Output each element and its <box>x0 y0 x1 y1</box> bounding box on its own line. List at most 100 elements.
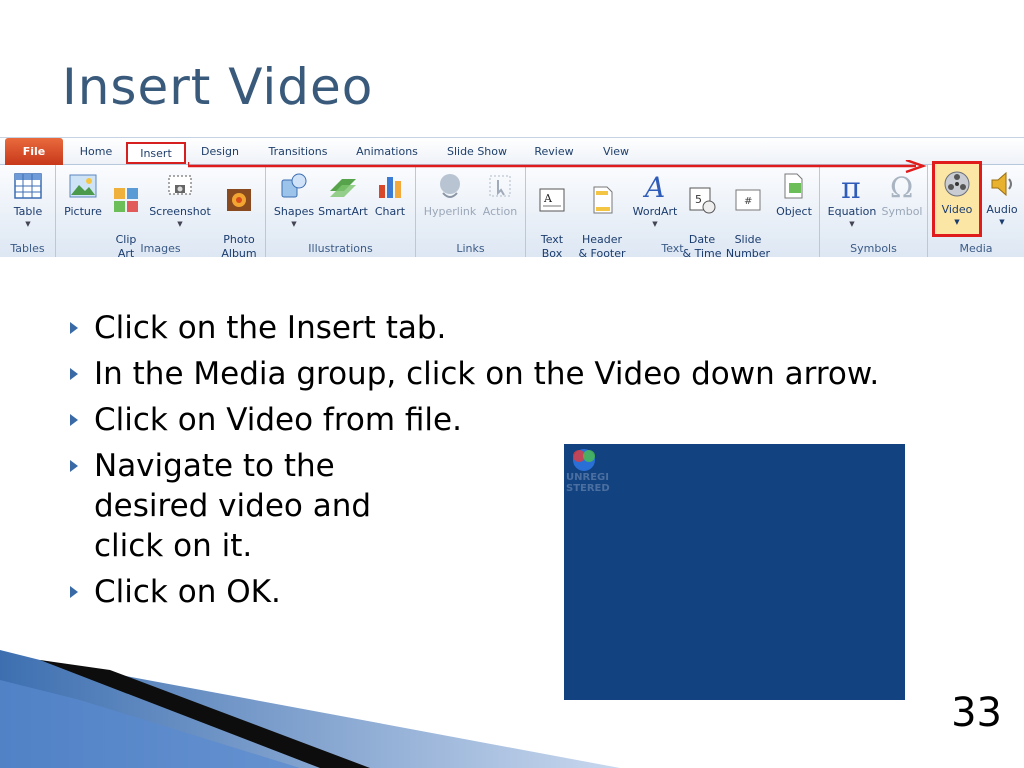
tab-home[interactable]: Home <box>72 138 120 165</box>
wordart-label: WordArt <box>632 205 678 218</box>
svg-text:A: A <box>642 171 665 201</box>
chart-label: Chart <box>374 205 406 218</box>
smartart-icon <box>330 179 356 197</box>
svg-text:5: 5 <box>695 193 702 206</box>
slide-number: 33 <box>951 690 1002 736</box>
shapes-icon <box>281 173 307 198</box>
equation-button[interactable]: π Equation ▼ <box>824 171 880 229</box>
svg-text:π: π <box>841 171 861 201</box>
group-text: A Text Box Header & Footer A WordArt ▼ 5… <box>526 165 820 260</box>
bullet-text: group, click on the <box>286 356 595 392</box>
bullet-bold-text: OK <box>226 574 271 610</box>
pi-icon: π <box>841 171 861 201</box>
slide-number-icon: # <box>735 189 761 211</box>
smartart-button[interactable]: SmartArt <box>318 171 368 219</box>
table-button[interactable]: Table ▼ <box>6 171 50 229</box>
bullet-bold-text: Video <box>594 356 682 392</box>
wordart-button[interactable]: A WordArt ▼ <box>630 171 680 229</box>
picture-icon <box>69 174 97 198</box>
symbol-label: Symbol <box>881 205 923 218</box>
screenshot-label: Screenshot <box>149 205 211 218</box>
bullet-text: . <box>270 574 281 610</box>
dropdown-arrow-icon: ▼ <box>652 220 658 228</box>
date-time-icon: 5 <box>689 187 716 214</box>
group-label-links: Links <box>456 242 485 255</box>
clip-art-icon <box>114 188 138 212</box>
equation-label: Equation <box>827 205 877 218</box>
dropdown-arrow-icon: ▼ <box>25 220 31 228</box>
group-images: Picture Clip Art Screenshot ▼ Photo Albu… <box>56 165 266 260</box>
svg-text:Ω: Ω <box>890 171 913 201</box>
slide-title: Insert Video <box>62 58 374 116</box>
shapes-button[interactable]: Shapes ▼ <box>272 171 316 229</box>
bullet-item: Click on Video from file. <box>66 400 566 440</box>
audio-button[interactable]: Audio ▼ <box>982 169 1022 227</box>
group-label-symbols: Symbols <box>850 242 897 255</box>
table-label: Table <box>13 205 43 218</box>
header-footer-icon <box>593 186 613 214</box>
group-label-illustrations: Illustrations <box>308 242 373 255</box>
action-button[interactable]: Action <box>480 171 520 219</box>
bullet-item: Click on OK. <box>66 572 486 612</box>
object-icon <box>784 173 803 199</box>
bullet-item: Navigate to the desired video and click … <box>66 446 426 566</box>
svg-text:#: # <box>744 196 752 207</box>
action-icon <box>489 175 511 197</box>
wordart-icon: A <box>642 171 665 201</box>
bullet-text: down arrow. <box>681 356 880 392</box>
table-icon <box>14 173 42 199</box>
bullet-text: . <box>452 402 462 438</box>
screenshot-button[interactable]: Screenshot ▼ <box>148 171 212 229</box>
smartart-label: SmartArt <box>318 205 368 218</box>
tab-file[interactable]: File <box>5 138 63 165</box>
bullet-text: Click on the <box>94 310 287 346</box>
dropdown-arrow-icon: ▼ <box>291 220 297 228</box>
picture-label: Picture <box>64 205 102 218</box>
bullet-bold-text: Insert <box>286 310 376 346</box>
group-symbols: π Equation ▼ Ω Symbol Symbols <box>820 165 928 257</box>
group-links: Hyperlink Action Links <box>416 165 526 257</box>
group-tables: Table ▼ Tables <box>0 165 56 257</box>
audio-label: Audio <box>986 203 1018 216</box>
video-button[interactable]: Video ▼ <box>934 169 980 227</box>
svg-text:A: A <box>543 192 553 205</box>
screenshot-icon <box>168 175 192 195</box>
group-label-images: Images <box>140 242 181 255</box>
ribbon-panel: Table ▼ Tables Picture Clip Art Screensh… <box>0 165 1024 260</box>
group-illustrations: Shapes ▼ SmartArt Chart Illustrations <box>266 165 416 257</box>
photo-album-icon <box>227 189 251 211</box>
dropdown-arrow-icon: ▼ <box>849 220 855 228</box>
watermark-line: STERED <box>566 483 610 494</box>
chart-button[interactable]: Chart <box>370 171 410 219</box>
hyperlink-icon <box>440 174 460 198</box>
symbol-button[interactable]: Ω Symbol <box>880 171 924 219</box>
bullet-text: Navigate to the desired video and click … <box>94 448 372 564</box>
omega-icon: Ω <box>890 171 913 201</box>
dropdown-arrow-icon: ▼ <box>954 218 960 226</box>
bullet-text: Click on <box>94 402 227 438</box>
ribbon: File Home Insert Design Transitions Anim… <box>0 137 1024 260</box>
object-button[interactable]: Object <box>772 171 816 219</box>
watermark-line: UNREGI <box>566 472 609 483</box>
bullet-arrow-icon <box>70 368 78 380</box>
bullet-arrow-icon <box>70 586 78 598</box>
bullet-item: Click on the Insert tab. <box>66 308 586 348</box>
hyperlink-button[interactable]: Hyperlink <box>420 171 480 219</box>
film-reel-icon <box>944 171 970 197</box>
dropdown-arrow-icon: ▼ <box>999 218 1005 226</box>
bullet-arrow-icon <box>70 460 78 472</box>
bullet-arrow-icon <box>70 322 78 334</box>
chart-icon <box>379 177 401 198</box>
bullet-text: In the <box>94 356 194 392</box>
group-label-text: Text <box>661 242 684 255</box>
decorative-swoosh <box>0 650 620 768</box>
media-logo-icon <box>573 449 595 471</box>
bullet-item: In the Media group, click on the Video d… <box>66 354 926 394</box>
bullet-bold-text: Video from file <box>226 402 453 438</box>
bullet-arrow-icon <box>70 414 78 426</box>
video-label: Video <box>941 203 973 216</box>
action-label: Action <box>482 205 518 218</box>
dropdown-arrow-icon: ▼ <box>177 220 183 228</box>
tab-insert[interactable]: Insert <box>126 142 186 164</box>
picture-button[interactable]: Picture <box>62 171 104 219</box>
